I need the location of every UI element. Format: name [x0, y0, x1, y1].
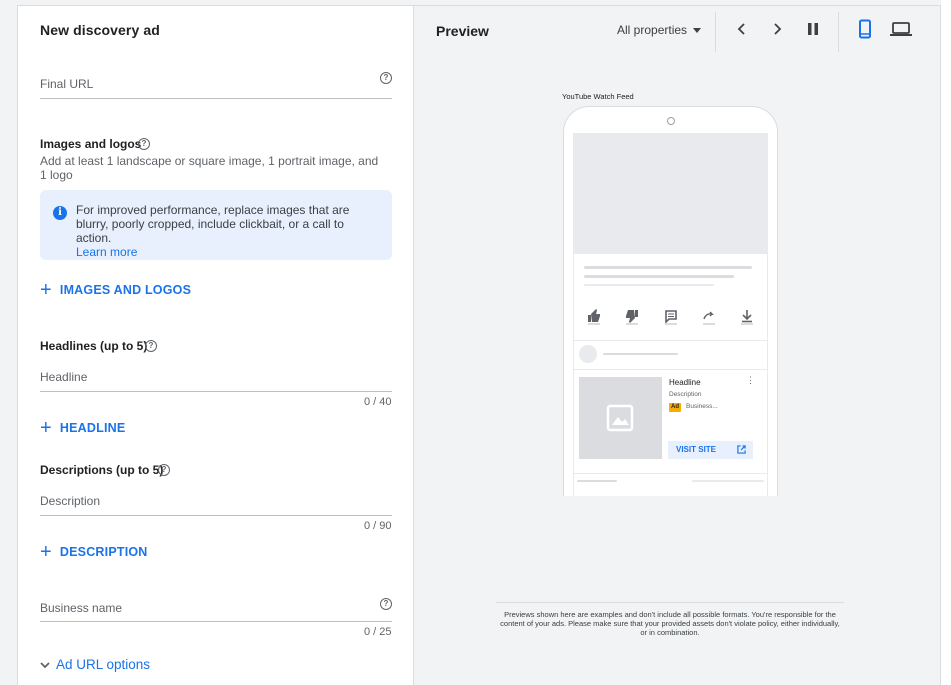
- download-icon: [742, 310, 752, 323]
- title-placeholder-line: [584, 275, 734, 278]
- right-gutter: [941, 0, 951, 685]
- help-icon[interactable]: ?: [145, 340, 157, 352]
- help-icon[interactable]: ?: [158, 464, 170, 476]
- mobile-icon[interactable]: [855, 19, 875, 39]
- ad-badge: Ad: [669, 403, 681, 412]
- ad-url-options-label: Ad URL options: [56, 657, 151, 672]
- description-char-counter: 0 / 90: [364, 520, 392, 532]
- images-section-subtitle: Add at least 1 landscape or square image…: [40, 154, 379, 182]
- preview-title: Preview: [436, 23, 489, 39]
- ad-editor-panel: New discovery ad Final URL ? Images and …: [17, 5, 414, 685]
- comment-icon: [665, 310, 677, 323]
- add-description-button[interactable]: + DESCRIPTION: [40, 541, 148, 563]
- learn-more-link[interactable]: Learn more: [76, 245, 381, 259]
- meta-placeholder-line: [584, 284, 714, 286]
- page: New discovery ad Final URL ? Images and …: [0, 0, 951, 685]
- feed-label: YouTube Watch Feed: [562, 92, 634, 101]
- title-placeholder-line: [584, 266, 752, 269]
- phone-screen: Headline Description Ad Business... ⋮ VI…: [573, 133, 768, 496]
- laptop-icon[interactable]: [889, 19, 913, 39]
- add-images-button[interactable]: + IMAGES AND LOGOS: [40, 279, 192, 301]
- channel-placeholder-line: [603, 353, 678, 355]
- toolbar-divider: [715, 12, 716, 52]
- add-images-label: IMAGES AND LOGOS: [59, 283, 192, 297]
- add-headline-button[interactable]: + HEADLINE: [40, 417, 126, 439]
- business-name-char-counter: 0 / 25: [364, 626, 392, 638]
- descriptions-section-title: Descriptions (up to 5): [40, 463, 164, 477]
- caret-down-icon: [693, 27, 702, 33]
- ad-image-placeholder: [579, 377, 662, 459]
- visit-site-button[interactable]: VISIT SITE: [668, 441, 753, 459]
- ad-description: Description: [669, 391, 702, 398]
- headline-char-counter: 0 / 40: [364, 396, 392, 408]
- add-description-label: DESCRIPTION: [59, 545, 148, 559]
- preview-panel: Preview All properties YouTube Watch Fee…: [414, 5, 941, 685]
- info-banner-text: For improved performance, replace images…: [76, 203, 350, 245]
- ad-business-name: Business...: [686, 403, 718, 410]
- dislike-icon: [626, 310, 638, 323]
- toolbar-divider: [838, 12, 839, 52]
- headline-placeholder: Headline: [40, 370, 88, 384]
- add-headline-label: HEADLINE: [59, 421, 126, 435]
- share-icon: [703, 311, 715, 320]
- properties-dropdown-value: All properties: [617, 23, 688, 37]
- visit-site-label: VISIT SITE: [676, 445, 717, 454]
- more-vert-icon: ⋮: [746, 375, 755, 385]
- open-in-new-icon: [737, 445, 746, 454]
- images-info-banner: i For improved performance, replace imag…: [40, 190, 392, 260]
- properties-dropdown[interactable]: All properties: [617, 23, 702, 37]
- images-section-title: Images and logos: [40, 137, 142, 151]
- headlines-section-title: Headlines (up to 5): [40, 339, 148, 353]
- help-icon[interactable]: ?: [380, 598, 392, 610]
- pause-icon[interactable]: [804, 20, 822, 38]
- ad-url-options-toggle[interactable]: Ad URL options: [40, 657, 150, 672]
- ad-headline: Headline: [669, 378, 701, 387]
- description-placeholder: Description: [40, 494, 101, 508]
- phone-camera: [667, 117, 675, 125]
- chevron-down-icon: [40, 661, 50, 668]
- preview-disclaimer: Previews shown here are examples and don…: [496, 602, 844, 637]
- video-placeholder: [574, 133, 767, 254]
- phone-mockup: Headline Description Ad Business... ⋮ VI…: [563, 106, 778, 496]
- chevron-right-icon[interactable]: [768, 20, 786, 38]
- add-icon: +: [40, 279, 52, 301]
- final-url-placeholder: Final URL: [40, 77, 94, 91]
- channel-avatar: [579, 345, 597, 363]
- info-icon: i: [53, 206, 67, 220]
- help-icon[interactable]: ?: [380, 72, 392, 84]
- description-input[interactable]: Description: [40, 484, 392, 516]
- help-icon[interactable]: ?: [138, 138, 150, 150]
- chevron-left-icon[interactable]: [733, 20, 751, 38]
- business-name-input[interactable]: Business name: [40, 589, 392, 622]
- image-placeholder-icon: [606, 404, 634, 432]
- like-icon: [588, 309, 600, 322]
- business-name-placeholder: Business name: [40, 601, 123, 615]
- editor-title: New discovery ad: [40, 22, 160, 38]
- add-icon: +: [40, 417, 52, 439]
- left-gutter: [0, 0, 17, 685]
- add-icon: +: [40, 541, 52, 563]
- headline-input[interactable]: Headline: [40, 360, 392, 392]
- final-url-field[interactable]: Final URL: [40, 65, 392, 99]
